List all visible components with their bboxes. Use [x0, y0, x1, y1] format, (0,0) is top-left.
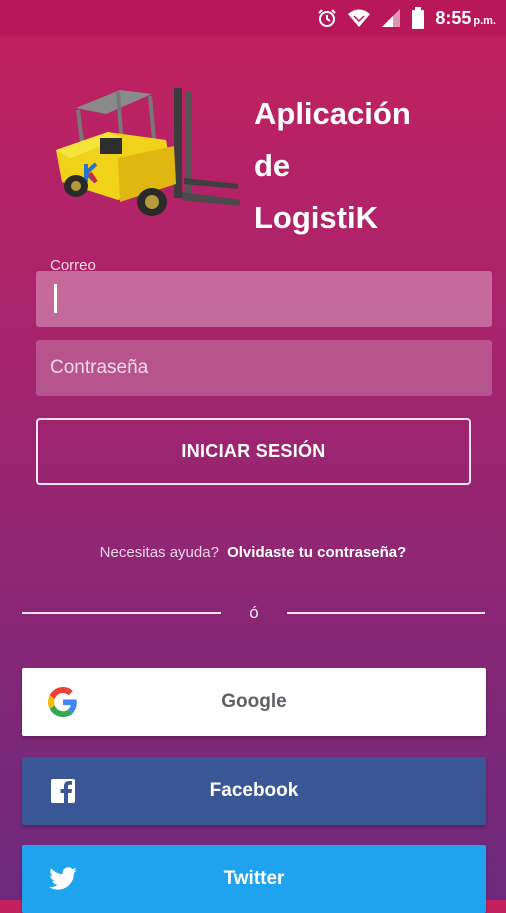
twitter-icon	[49, 867, 77, 890]
status-bar: 8:55 p.m.	[0, 0, 506, 36]
password-field[interactable]	[36, 340, 492, 396]
status-time: 8:55 p.m.	[435, 7, 496, 28]
text-cursor	[54, 284, 57, 313]
signal-icon	[382, 9, 401, 27]
divider-text: ó	[249, 603, 259, 622]
login-button[interactable]: INICIAR SESIÓN	[36, 418, 471, 485]
email-field[interactable]	[36, 271, 492, 327]
app-title: Aplicación de LogistiK	[254, 96, 411, 235]
twitter-label: Twitter	[223, 868, 285, 889]
alarm-icon	[318, 9, 337, 27]
forgot-password-link[interactable]: Olvidaste tu contraseña?	[227, 544, 406, 561]
divider-right	[287, 612, 485, 614]
app-header: Aplicación de LogistiK	[48, 80, 468, 235]
facebook-label: Facebook	[209, 780, 299, 801]
forklift-icon	[56, 88, 240, 216]
battery-icon	[412, 7, 425, 29]
facebook-icon	[51, 779, 75, 803]
wifi-icon	[348, 9, 371, 27]
divider-left	[22, 612, 221, 614]
facebook-login-button[interactable]: Facebook	[22, 757, 486, 825]
twitter-login-button[interactable]: Twitter	[22, 845, 486, 913]
google-label: Google	[221, 691, 287, 712]
google-icon	[48, 687, 77, 717]
help-question: Necesitas ayuda?	[99, 544, 219, 561]
google-login-button[interactable]: Google	[22, 668, 486, 736]
help-line: Necesitas ayuda? Olvidaste tu contraseña…	[0, 544, 506, 561]
